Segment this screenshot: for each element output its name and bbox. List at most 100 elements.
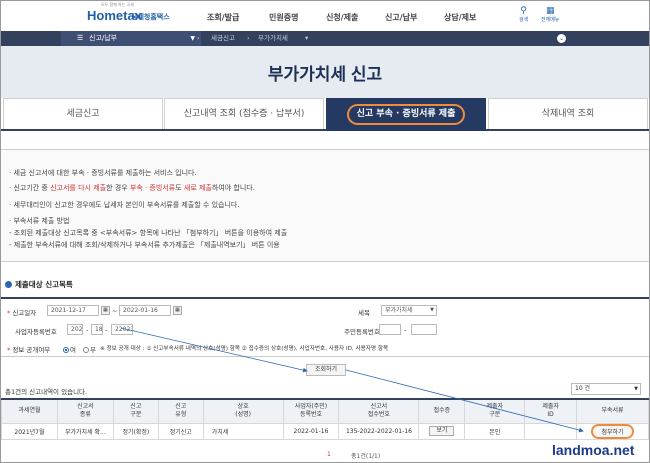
guide-line-2c: 한 경우 [106, 184, 130, 192]
tax-type-value: 부가가치세 [385, 307, 413, 314]
date-to-input[interactable]: 2022-01-16 [119, 305, 171, 316]
guide-box: · 세금 신고서에 대한 부속 · 증빙서류를 제출하는 서비스 입니다. · … [1, 149, 649, 262]
search-button[interactable]: ⚲ 검색 [519, 6, 528, 23]
guide-line-2d: 부속 · 증빙서류 [129, 184, 176, 192]
cell-regno: 2022-01-16 [282, 422, 340, 440]
dash: - [105, 326, 108, 334]
page-size-value: 10 건 [575, 385, 591, 392]
col-report-type: 신고 유형 [157, 398, 204, 424]
guide-line-4: · 부속서류 제출 방법 [9, 217, 70, 225]
attach-button[interactable]: 첨부하기 [591, 424, 634, 438]
search-submit-button[interactable]: 조회하기 [306, 364, 346, 376]
consent-yes-option[interactable]: 여 [63, 344, 76, 354]
logo-tagline: 모두 함께 하는 국세 [101, 2, 134, 7]
cell-period: 2021년7월 [1, 422, 58, 440]
guide-line-1: · 세금 신고서에 대한 부속 · 증빙서류를 제출하는 서비스 입니다. [9, 169, 197, 177]
dash: - [404, 326, 407, 334]
report-table: 과세연월 신고서 종류 신고 구분 신고 유형 상호 (성명) 사업자(주민) 등록번호 … [1, 398, 649, 440]
all-menu-button[interactable]: ▦ 전체메뉴 [541, 6, 559, 23]
search-form: * 신고일자 2021-12-17 ▦ ~ 2022-01-16 ▦ 세목 부가… [1, 297, 649, 357]
menu-dropdown-label: 신고/납부 [89, 34, 118, 42]
radio-yes[interactable] [63, 347, 69, 353]
breadcrumb-item-tax-report[interactable]: 세금신고 [211, 31, 235, 46]
date-from-input[interactable]: 2021-12-17 [47, 305, 99, 316]
cell-receipt: 보기 [418, 422, 466, 440]
page-total: 총1건(1/1) [351, 453, 381, 460]
page-number[interactable]: 1 [327, 451, 331, 458]
cell-receipt-no: 135-2022-2022-01-16 [338, 422, 420, 440]
gnb-item-lookup[interactable]: 조회/발급 [207, 12, 239, 23]
page-title: 부가가치세 신고 [267, 65, 383, 84]
guide-line-3: · 세무대리인이 신고한 경우에도 납세자 본인이 부속서류를 제출할 수 있습… [9, 201, 240, 209]
radio-no[interactable] [83, 347, 89, 353]
col-report-kind: 신고 구분 [112, 398, 159, 424]
search-label: 검색 [519, 17, 529, 23]
consent-yes-label: 여 [70, 346, 76, 354]
gnb-item-consult[interactable]: 상담/제보 [444, 12, 476, 23]
cell-receipt-no-text: 135-2022- [345, 427, 378, 435]
breadcrumb-separator: › [247, 34, 250, 42]
col-submitter-type: 제출자 구분 [464, 398, 526, 424]
consent-no-option[interactable]: 부 [83, 344, 96, 354]
consent-no-label: 부 [90, 346, 96, 354]
caret-down-icon: ▼ [190, 35, 195, 42]
tax-type-label: 세목 [358, 309, 370, 317]
guide-line-5: - 조회된 제출대상 신고목록 중 <부속서류> 항목에 나타난 「첨부하기」 … [9, 229, 288, 237]
col-company: 상호 (성명) [202, 398, 284, 424]
breadcrumb-item-vat[interactable]: 부가가치세 [258, 31, 288, 46]
tab-report-history[interactable]: 신고내역 조회 (접수증 · 납부서) [164, 98, 324, 129]
bizno-part3-input[interactable]: 22023 [111, 324, 133, 335]
tax-type-select[interactable]: 부가가치세 ▼ [381, 305, 437, 316]
cell-company: 가치세 [202, 422, 284, 440]
cell-attachment: 첨부하기 [576, 422, 649, 440]
col-submitter-id: 제출자 ID [524, 398, 578, 424]
cell-submitter-id [524, 422, 578, 440]
search-icon: ⚲ [520, 6, 527, 16]
guide-line-2e: 도 [175, 184, 184, 192]
tab-bar: 세금신고 신고내역 조회 (접수증 · 납부서) 신고 부속 · 증빙서류 제출… [1, 98, 649, 131]
caret-down-icon: ▼ [430, 307, 434, 313]
calendar-icon[interactable]: ▦ [173, 306, 182, 315]
gnb-item-certificate[interactable]: 민원증명 [269, 12, 298, 23]
page-hero: 부가가치세 신고 [1, 46, 649, 98]
bullet-icon [5, 281, 12, 288]
col-receipt: 접수증 [418, 398, 466, 424]
result-count: 총1건의 신고내역이 있습니다. [5, 388, 88, 396]
guide-line-2f: 새로 제출 [183, 184, 212, 192]
dash: - [86, 326, 89, 334]
bizno-part2-input[interactable]: 18 [91, 324, 103, 335]
tab-attachment-submit-label: 신고 부속 · 증빙서류 제출 [346, 104, 466, 125]
breadcrumb-caret-icon[interactable]: ▾ [305, 31, 308, 46]
section-title-text: 제출대상 신고목록 [15, 280, 73, 289]
bizno-label: 사업자등록번호 [15, 328, 57, 336]
resno-label: 주민등록번호 [344, 328, 380, 336]
table-row: 2021년7월 부가가치세 확... 정기(확정) 정기신고 가치세 2022-… [1, 422, 649, 440]
cell-form-type: 부가가치세 확... [56, 422, 114, 440]
date-range-dash: ~ [112, 307, 118, 315]
chevron-down-icon[interactable]: ⌄ [557, 34, 566, 43]
tab-tax-report[interactable]: 세금신고 [3, 98, 163, 129]
guide-line-6: - 제출한 부속서류에 대해 조회/삭제하거나 부속서류 추가제출은 「제출내역… [9, 241, 280, 249]
cell-report-type: 정기신고 [157, 422, 204, 440]
col-attachment: 부속서류 [576, 398, 649, 424]
top-header: 모두 함께 하는 국세 Hometax 국세청홈택스 조회/발급 민원증명 신청… [1, 1, 649, 31]
gnb-item-report[interactable]: 신고/납부 [385, 12, 417, 23]
guide-line-2g: 하여야 합니다. [211, 184, 255, 192]
menu-dropdown[interactable]: ☰ 신고/납부 ▼ [61, 31, 201, 46]
view-receipt-button[interactable]: 보기 [429, 426, 455, 436]
page: 모두 함께 하는 국세 Hometax 국세청홈택스 조회/발급 민원증명 신청… [0, 0, 650, 463]
logo-subtitle: 국세청홈택스 [131, 13, 170, 21]
guide-line-2a: · 신고기간 중 [9, 184, 51, 192]
tab-deleted-history[interactable]: 삭제내역 조회 [488, 98, 648, 129]
resno-part2-input[interactable] [411, 324, 437, 335]
all-menu-label: 전체메뉴 [541, 17, 560, 23]
page-size-select[interactable]: 10 건 ▼ [571, 383, 641, 395]
gnb-item-apply[interactable]: 신청/제출 [326, 12, 358, 23]
tab-attachment-submit[interactable]: 신고 부속 · 증빙서류 제출 [326, 98, 486, 131]
resno-part1-input[interactable] [379, 324, 401, 335]
consent-label-text: 정보 공개여부 [12, 346, 51, 354]
calendar-icon[interactable]: ▦ [101, 306, 110, 315]
col-form-type: 신고서 종류 [56, 398, 114, 424]
col-regno: 사업자(주민) 등록번호 [282, 398, 340, 424]
bizno-part1-input[interactable]: 202 [67, 324, 83, 335]
